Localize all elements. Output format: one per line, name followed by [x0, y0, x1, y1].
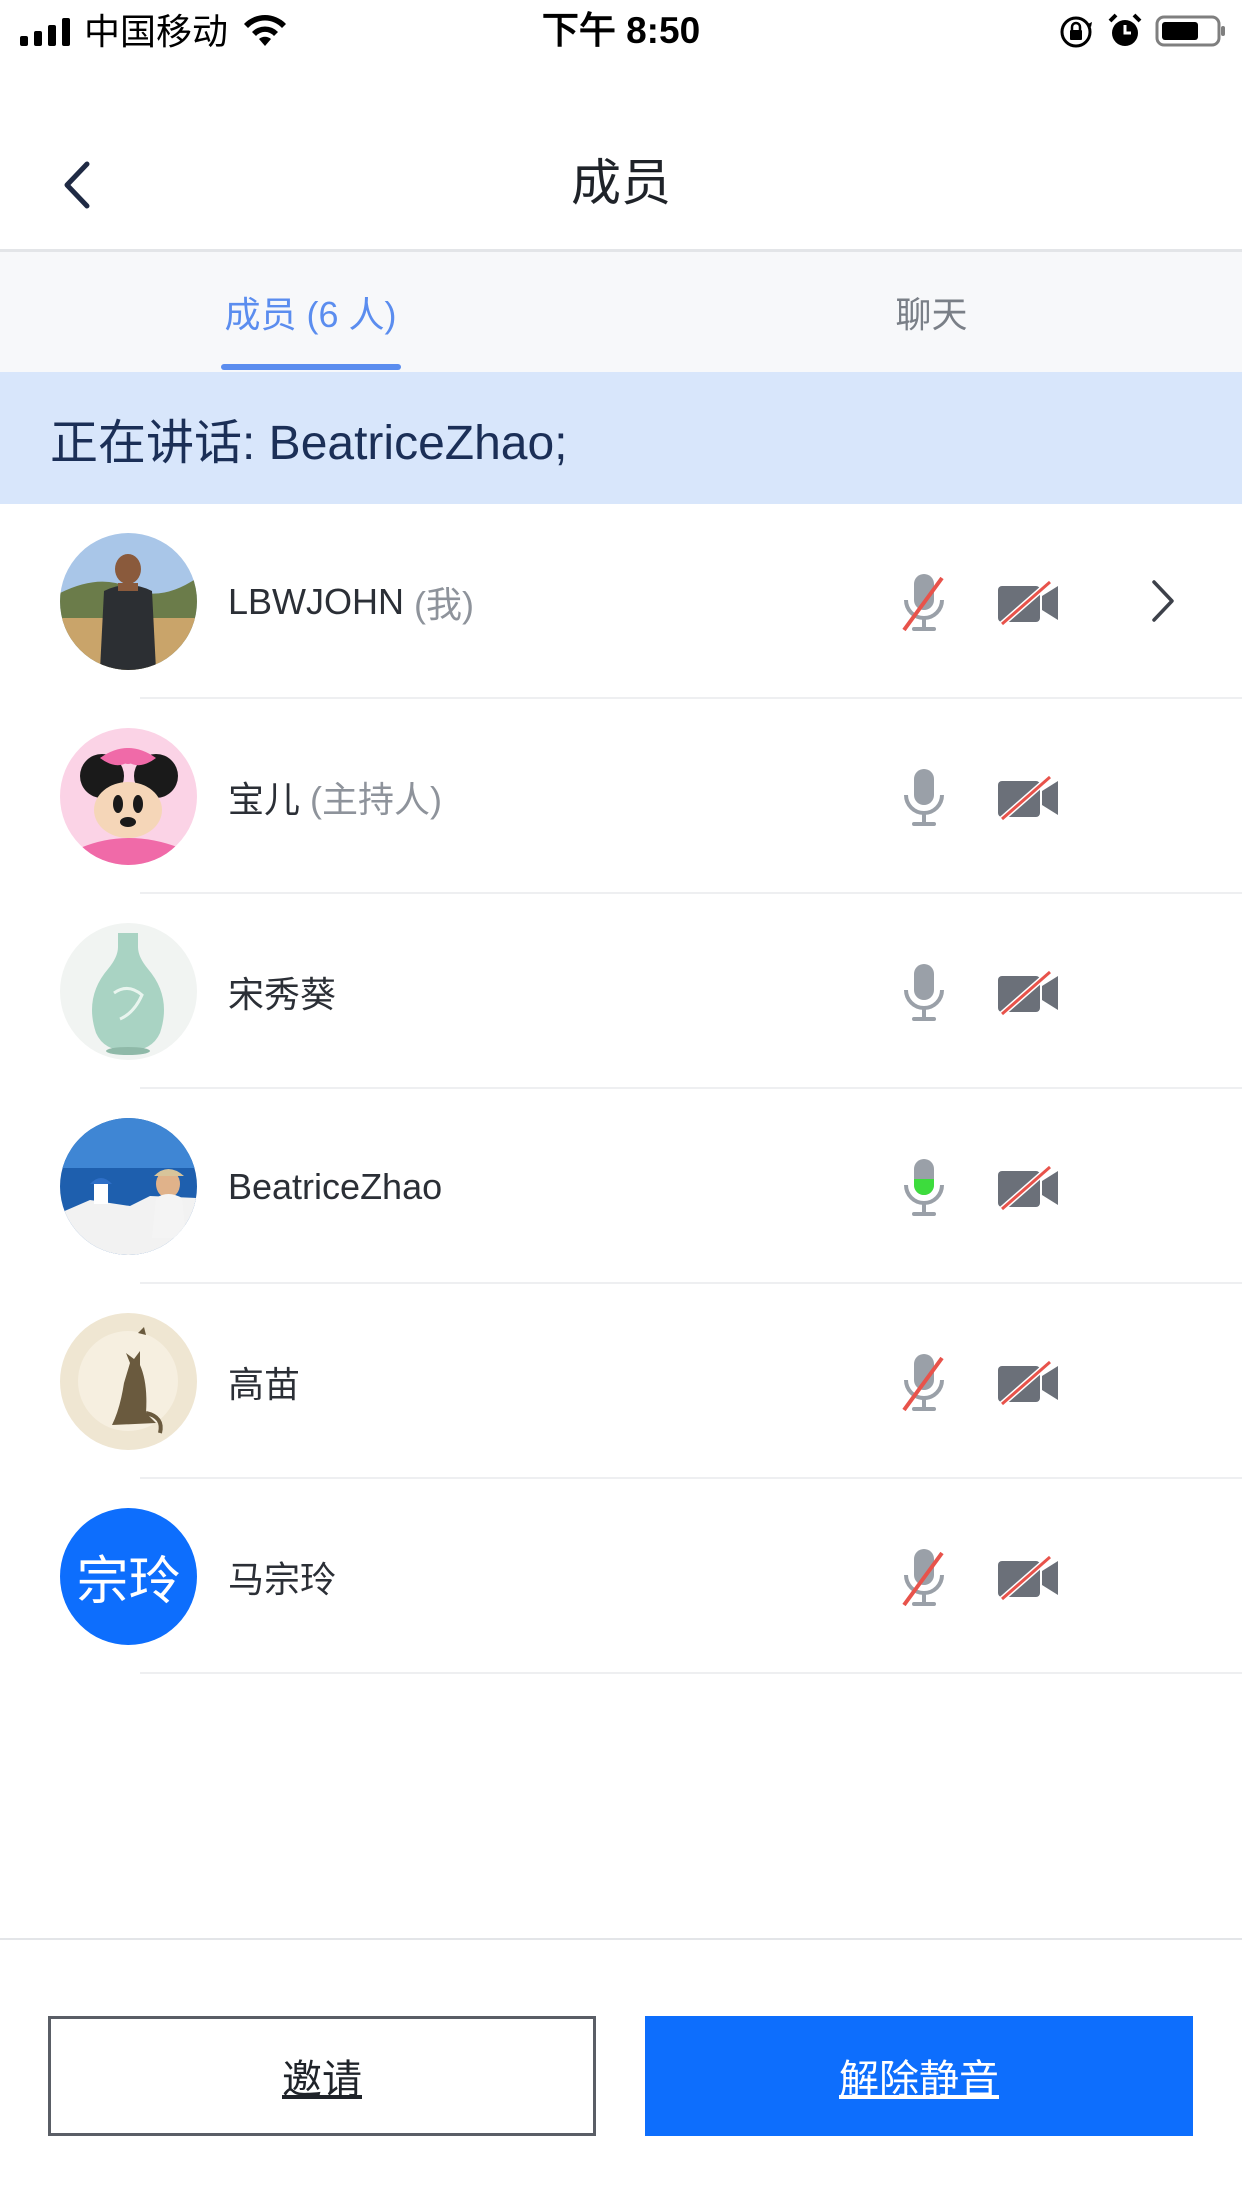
member-name-text: LBWJOHN [228, 580, 405, 622]
avatar [60, 533, 197, 670]
member-name-text: BeatriceZhao [228, 1165, 443, 1207]
member-name: BeatriceZhao [228, 1089, 452, 1284]
rotation-lock-icon [1060, 16, 1092, 48]
alarm-clock-icon [1108, 13, 1142, 46]
member-name: 宝儿 (主持人) [228, 699, 442, 894]
microphone-icon[interactable] [898, 962, 950, 1024]
footer-action-bar: 邀请 解除静音 [0, 1938, 1242, 2208]
tab-bar: 成员 (6 人) 聊天 [0, 252, 1242, 372]
invite-button[interactable]: 邀请 [48, 2016, 596, 2136]
member-row[interactable]: LBWJOHN (我) [0, 504, 1242, 699]
member-name-text: 高苗 [228, 1363, 301, 1405]
avatar [60, 923, 197, 1060]
member-name-text: 宝儿 [228, 778, 301, 820]
page-title: 成员 [571, 155, 671, 211]
member-name: LBWJOHN (我) [228, 504, 474, 699]
camera-off-icon[interactable] [996, 580, 1060, 626]
camera-off-icon[interactable] [996, 1555, 1060, 1601]
member-name-text: 宋秀葵 [228, 973, 337, 1015]
member-role: (主持人) [310, 778, 442, 820]
microphone-muted-icon[interactable] [898, 572, 950, 634]
avatar [60, 1118, 197, 1255]
camera-off-icon[interactable] [996, 1360, 1060, 1406]
unmute-all-button[interactable]: 解除静音 [645, 2016, 1193, 2136]
avatar: 宗玲 [60, 1508, 197, 1645]
member-name: 高苗 [228, 1284, 310, 1479]
member-role: (我) [414, 583, 474, 625]
camera-off-icon[interactable] [996, 775, 1060, 821]
member-name: 宋秀葵 [228, 894, 346, 1089]
avatar [60, 728, 197, 865]
row-divider [140, 1672, 1242, 1674]
battery-icon [1155, 15, 1225, 47]
active-tab-indicator [221, 364, 401, 370]
member-list: LBWJOHN (我) 宝儿 (主持人) 宋秀葵 BeatriceZhao 高苗… [0, 504, 1242, 1674]
member-name: 马宗玲 [228, 1479, 346, 1674]
camera-off-icon[interactable] [996, 1165, 1060, 1211]
member-name-text: 马宗玲 [228, 1558, 337, 1600]
microphone-icon[interactable] [898, 767, 950, 829]
avatar [60, 1313, 197, 1450]
speaking-banner: 正在讲话: BeatriceZhao; [0, 372, 1242, 504]
tab-chat[interactable]: 聊天 [621, 252, 1242, 372]
microphone-muted-icon[interactable] [898, 1352, 950, 1414]
status-bar: 中国移动 下午 8:50 [0, 0, 1242, 62]
member-row[interactable]: 宋秀葵 [0, 894, 1242, 1089]
microphone-muted-icon[interactable] [898, 1547, 950, 1609]
member-row[interactable]: 宗玲 马宗玲 [0, 1479, 1242, 1674]
avatar-initials: 宗玲 [60, 1508, 197, 1645]
status-time: 下午 8:50 [541, 10, 701, 51]
microphone-speaking-icon[interactable] [898, 1157, 950, 1219]
navigation-bar: 成员 [0, 62, 1242, 252]
member-row[interactable]: 高苗 [0, 1284, 1242, 1479]
tab-members[interactable]: 成员 (6 人) [0, 252, 621, 372]
camera-off-icon[interactable] [996, 970, 1060, 1016]
member-row[interactable]: 宝儿 (主持人) [0, 699, 1242, 894]
member-row[interactable]: BeatriceZhao [0, 1089, 1242, 1284]
chevron-right-icon[interactable] [1148, 578, 1178, 624]
